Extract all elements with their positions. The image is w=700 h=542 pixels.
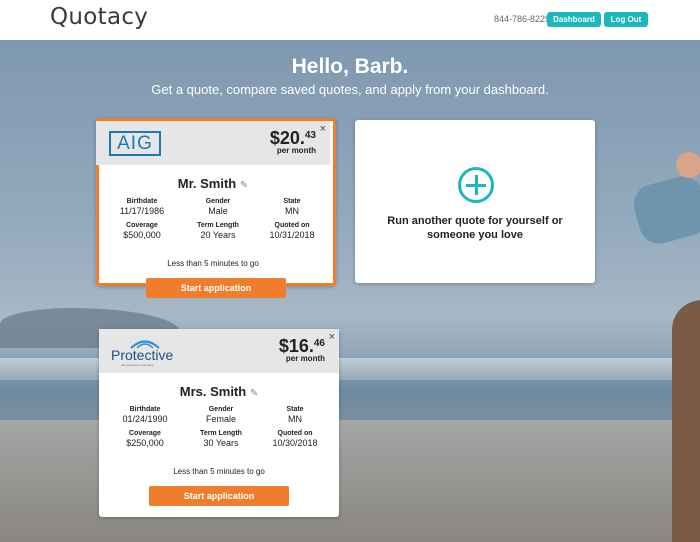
- coverage-field: Coverage $500,000: [101, 222, 183, 240]
- dashboard-button[interactable]: Dashboard: [547, 12, 601, 27]
- quoted-on-label: Quoted on: [274, 222, 310, 229]
- new-quote-text: Run another quote for yourself or someon…: [387, 215, 563, 241]
- coverage-value: $250,000: [126, 438, 164, 448]
- quote-card-header: AIG $20.43 per month ×: [96, 121, 330, 165]
- gender-value: Male: [208, 206, 228, 216]
- insured-name: Mr. Smith ✎: [96, 176, 330, 191]
- quoted-on-value: 10/30/2018: [272, 438, 318, 448]
- coverage-label: Coverage: [129, 430, 161, 437]
- price-dollars: $20.: [269, 128, 305, 148]
- time-estimate: Less than 5 minutes to go: [167, 259, 259, 268]
- price-dollars: $16.: [278, 336, 314, 356]
- close-icon[interactable]: ×: [320, 123, 326, 135]
- birthdate-label: Birthdate: [126, 198, 158, 205]
- pencil-icon[interactable]: ✎: [250, 388, 258, 399]
- background-child: [629, 171, 700, 249]
- start-application-button[interactable]: Start application: [146, 278, 286, 298]
- protective-subtitle: Life Insurance Company: [121, 363, 154, 367]
- state-field: State MN: [253, 198, 331, 216]
- quoted-on-field: Quoted on 10/30/2018: [256, 430, 334, 448]
- protective-logo: Protective Life Insurance Company: [111, 337, 179, 367]
- term-value: 30 Years: [203, 438, 239, 448]
- time-estimate: Less than 5 minutes to go: [173, 467, 265, 476]
- per-month-label: per month: [285, 354, 325, 363]
- coverage-field: Coverage $250,000: [104, 430, 186, 448]
- term-field: Term Length 30 Years: [186, 430, 256, 448]
- gender-field: Gender Female: [186, 406, 256, 424]
- state-label: State: [286, 406, 304, 413]
- logout-button[interactable]: Log Out: [604, 12, 648, 27]
- per-month-label: per month: [276, 146, 316, 155]
- term-label: Term Length: [197, 222, 239, 229]
- coverage-value: $500,000: [123, 230, 161, 240]
- quote-card-aig[interactable]: AIG $20.43 per month × Mr. Smith ✎ Birth…: [96, 118, 336, 298]
- state-label: State: [283, 198, 301, 205]
- phone-number[interactable]: 844-786-8229: [494, 14, 550, 24]
- insured-name-text: Mr. Smith: [177, 176, 237, 191]
- background-child-head: [676, 152, 700, 178]
- state-value: MN: [285, 206, 299, 216]
- gender-label: Gender: [208, 406, 234, 413]
- gender-value: Female: [205, 414, 236, 424]
- term-value: 20 Years: [200, 230, 236, 240]
- state-value: MN: [288, 414, 302, 424]
- greeting-title: Hello, Barb.: [291, 55, 409, 78]
- birthdate-value: 01/24/1990: [122, 414, 168, 424]
- quoted-on-value: 10/31/2018: [269, 230, 315, 240]
- gender-field: Gender Male: [183, 198, 253, 216]
- price-cents: 43: [304, 130, 316, 141]
- quoted-on-label: Quoted on: [277, 430, 313, 437]
- greeting-subtitle: Get a quote, compare saved quotes, and a…: [151, 82, 549, 97]
- background-person: [672, 300, 700, 542]
- birthdate-value: 11/17/1986: [119, 206, 165, 216]
- coverage-label: Coverage: [126, 222, 158, 229]
- birthdate-field: Birthdate 01/24/1990: [104, 406, 186, 424]
- protective-wordmark: Protective: [111, 347, 174, 363]
- monthly-price: $20.43 per month: [270, 128, 316, 155]
- quoted-on-field: Quoted on 10/31/2018: [253, 222, 331, 240]
- insured-name-text: Mrs. Smith: [179, 384, 247, 399]
- price-cents: 46: [313, 338, 325, 349]
- plus-circle-icon[interactable]: [458, 167, 494, 203]
- term-field: Term Length 20 Years: [183, 222, 253, 240]
- aig-logo: AIG: [109, 131, 161, 156]
- quotacy-logo[interactable]: Quotacy: [50, 4, 148, 30]
- term-label: Term Length: [200, 430, 242, 437]
- birthdate-label: Birthdate: [129, 406, 161, 413]
- top-header: Quotacy 844-786-8229 Dashboard Log Out: [0, 0, 700, 40]
- quote-details: Birthdate 01/24/1990 Gender Female State…: [104, 406, 334, 448]
- quote-card-protective[interactable]: Protective Life Insurance Company $16.46…: [99, 329, 339, 517]
- pencil-icon[interactable]: ✎: [240, 180, 248, 191]
- quote-details: Birthdate 11/17/1986 Gender Male State M…: [101, 198, 331, 240]
- quote-card-header: Protective Life Insurance Company $16.46…: [99, 329, 339, 373]
- birthdate-field: Birthdate 11/17/1986: [101, 198, 183, 216]
- new-quote-card[interactable]: Run another quote for yourself or someon…: [355, 120, 595, 283]
- monthly-price: $16.46 per month: [279, 336, 325, 363]
- gender-label: Gender: [205, 198, 231, 205]
- start-application-button[interactable]: Start application: [149, 486, 289, 506]
- insured-name: Mrs. Smith ✎: [99, 384, 339, 399]
- close-icon[interactable]: ×: [329, 331, 335, 343]
- state-field: State MN: [256, 406, 334, 424]
